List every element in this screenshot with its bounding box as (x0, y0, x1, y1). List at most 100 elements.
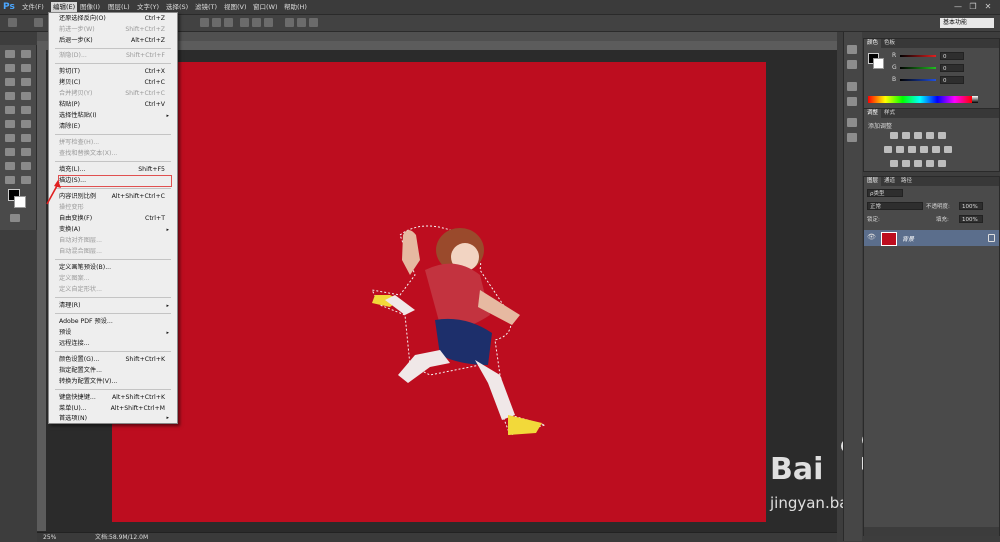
dodge-tool-icon[interactable] (21, 134, 31, 142)
align-right-icon[interactable] (264, 18, 273, 27)
distribute-icon[interactable] (309, 18, 318, 27)
vibrance-icon[interactable] (938, 132, 946, 139)
exposure-icon[interactable] (926, 132, 934, 139)
menu-item-fade[interactable]: 渐隐(D)... Shift+Ctrl+F (59, 51, 171, 61)
distribute-icon[interactable] (297, 18, 306, 27)
menu-item-content-aware-scale[interactable]: 内容识别比例 Alt+Shift+Ctrl+C (59, 192, 171, 202)
grayscale-ramp[interactable] (972, 96, 978, 103)
fill-field[interactable]: 100% (959, 215, 983, 223)
menu-file[interactable]: 文件(F) (22, 2, 44, 13)
menu-item-define-brush[interactable]: 定义画笔预设(B)... (59, 263, 171, 273)
menu-item-define-pattern[interactable]: 定义图案... (59, 274, 171, 284)
blur-tool-icon[interactable] (5, 134, 15, 142)
threshold-icon[interactable] (914, 160, 922, 167)
clone-stamp-icon[interactable] (5, 106, 15, 114)
layer-kind-filter[interactable]: ρ类型 (867, 189, 903, 197)
tab-swatches[interactable]: 色板 (881, 39, 898, 48)
menu-item-auto-align[interactable]: 自动对齐图层... (59, 236, 171, 246)
menu-item-auto-blend[interactable]: 自动混合图层... (59, 247, 171, 257)
menu-item-define-shape[interactable]: 定义自定形状... (59, 285, 171, 295)
move-tool-icon[interactable] (21, 50, 31, 58)
menu-item-presets[interactable]: 预设 ▸ (59, 328, 171, 338)
tab-adjustments[interactable]: 调整 (864, 109, 882, 118)
menu-item-paste-special[interactable]: 选择性粘贴(I) ▸ (59, 111, 171, 121)
lasso-tool-icon[interactable] (5, 64, 15, 72)
shape-tool-icon[interactable] (21, 162, 31, 170)
align-left-icon[interactable] (240, 18, 249, 27)
history-icon[interactable] (847, 45, 857, 54)
tab-styles[interactable]: 样式 (881, 109, 898, 118)
channel-mixer-icon[interactable] (932, 146, 940, 153)
posterize-icon[interactable] (902, 160, 910, 167)
color-lookup-icon[interactable] (944, 146, 952, 153)
type-tool-icon[interactable] (21, 148, 31, 156)
brush-preset-icon[interactable] (847, 118, 857, 127)
menu-window[interactable]: 窗口(W) (253, 2, 278, 13)
menu-item-free-transform[interactable]: 自由变换(F) Ctrl+T (59, 214, 171, 224)
paragraph-icon[interactable] (847, 97, 857, 106)
menu-item-clear[interactable]: 清除(E) (59, 122, 171, 132)
selective-color-icon[interactable] (938, 160, 946, 167)
menu-item-convert-profile[interactable]: 转换为配置文件(V)... (59, 377, 171, 387)
channel-b-slider[interactable] (900, 79, 936, 81)
brightness-icon[interactable] (890, 132, 898, 139)
menu-filter[interactable]: 滤镜(T) (195, 2, 217, 13)
menu-item-step-forward[interactable]: 前进一步(W) Shift+Ctrl+Z (59, 25, 171, 35)
menu-item-copy[interactable]: 拷贝(C) Ctrl+C (59, 78, 171, 88)
menu-view[interactable]: 视图(V) (224, 2, 247, 13)
color-balance-icon[interactable] (896, 146, 904, 153)
align-middle-icon[interactable] (212, 18, 221, 27)
black-white-icon[interactable] (908, 146, 916, 153)
gradient-map-icon[interactable] (926, 160, 934, 167)
align-center-icon[interactable] (252, 18, 261, 27)
hue-saturation-icon[interactable] (884, 146, 892, 153)
color-spectrum-bar[interactable] (868, 96, 972, 103)
quick-mask-icon[interactable] (10, 214, 20, 222)
clone-source-icon[interactable] (847, 133, 857, 142)
align-bottom-icon[interactable] (224, 18, 233, 27)
menu-item-stroke[interactable]: 描边(S)... (58, 175, 172, 187)
eraser-tool-icon[interactable] (5, 120, 15, 128)
path-select-icon[interactable] (5, 162, 15, 170)
layer-name[interactable]: 背景 (902, 234, 914, 243)
tab-layers[interactable]: 图层 (864, 177, 882, 186)
color-bg-swatch[interactable] (873, 58, 884, 69)
invert-icon[interactable] (890, 160, 898, 167)
marquee-tool-icon[interactable] (5, 50, 15, 58)
hand-tool-icon[interactable] (5, 176, 15, 184)
opacity-field[interactable]: 100% (959, 202, 983, 210)
channel-g-value[interactable]: 0 (940, 64, 964, 72)
crop-tool-icon[interactable] (5, 78, 15, 86)
menu-item-pdf-presets[interactable]: Adobe PDF 预设... (59, 317, 171, 327)
menu-item-assign-profile[interactable]: 指定配置文件... (59, 366, 171, 376)
menu-item-color-settings[interactable]: 颜色设置(G)... Shift+Ctrl+K (59, 355, 171, 365)
history-brush-icon[interactable] (21, 106, 31, 114)
menu-item-remote[interactable]: 远程连接... (59, 339, 171, 349)
healing-brush-icon[interactable] (5, 92, 15, 100)
menu-help[interactable]: 帮助(H) (284, 2, 307, 13)
menu-item-purge[interactable]: 清理(R) ▸ (59, 301, 171, 311)
move-tool-icon[interactable] (8, 18, 17, 27)
menu-item-copy-merged[interactable]: 合并拷贝(Y) Shift+Ctrl+C (59, 89, 171, 99)
menu-item-transform[interactable]: 变换(A) ▸ (59, 225, 171, 235)
curves-icon[interactable] (914, 132, 922, 139)
channel-r-slider[interactable] (900, 55, 936, 57)
menu-item-undo[interactable]: 还原选择反向(O) Ctrl+Z (59, 14, 171, 24)
zoom-tool-icon[interactable] (21, 176, 31, 184)
restore-icon[interactable]: ❐ (968, 1, 978, 12)
close-icon[interactable]: ✕ (983, 1, 993, 12)
auto-select-checkbox[interactable] (34, 18, 43, 27)
levels-icon[interactable] (902, 132, 910, 139)
menu-item-shortcuts[interactable]: 键盘快捷键... Alt+Shift+Ctrl+K (59, 393, 171, 403)
channel-r-value[interactable]: 0 (940, 52, 964, 60)
eyedropper-icon[interactable] (21, 78, 31, 86)
menu-item-preferences[interactable]: 首选项(N) ▸ (59, 415, 171, 422)
blend-mode-select[interactable]: 正常 (867, 202, 923, 210)
channel-g-slider[interactable] (900, 67, 936, 69)
tab-color[interactable]: 颜色 (864, 39, 882, 48)
menu-item-cut[interactable]: 剪切(T) Ctrl+X (59, 67, 171, 77)
background-color-swatch[interactable] (14, 196, 26, 208)
layer-row-background[interactable]: 👁 背景 (864, 230, 999, 246)
magic-wand-icon[interactable] (21, 64, 31, 72)
channel-b-value[interactable]: 0 (940, 76, 964, 84)
